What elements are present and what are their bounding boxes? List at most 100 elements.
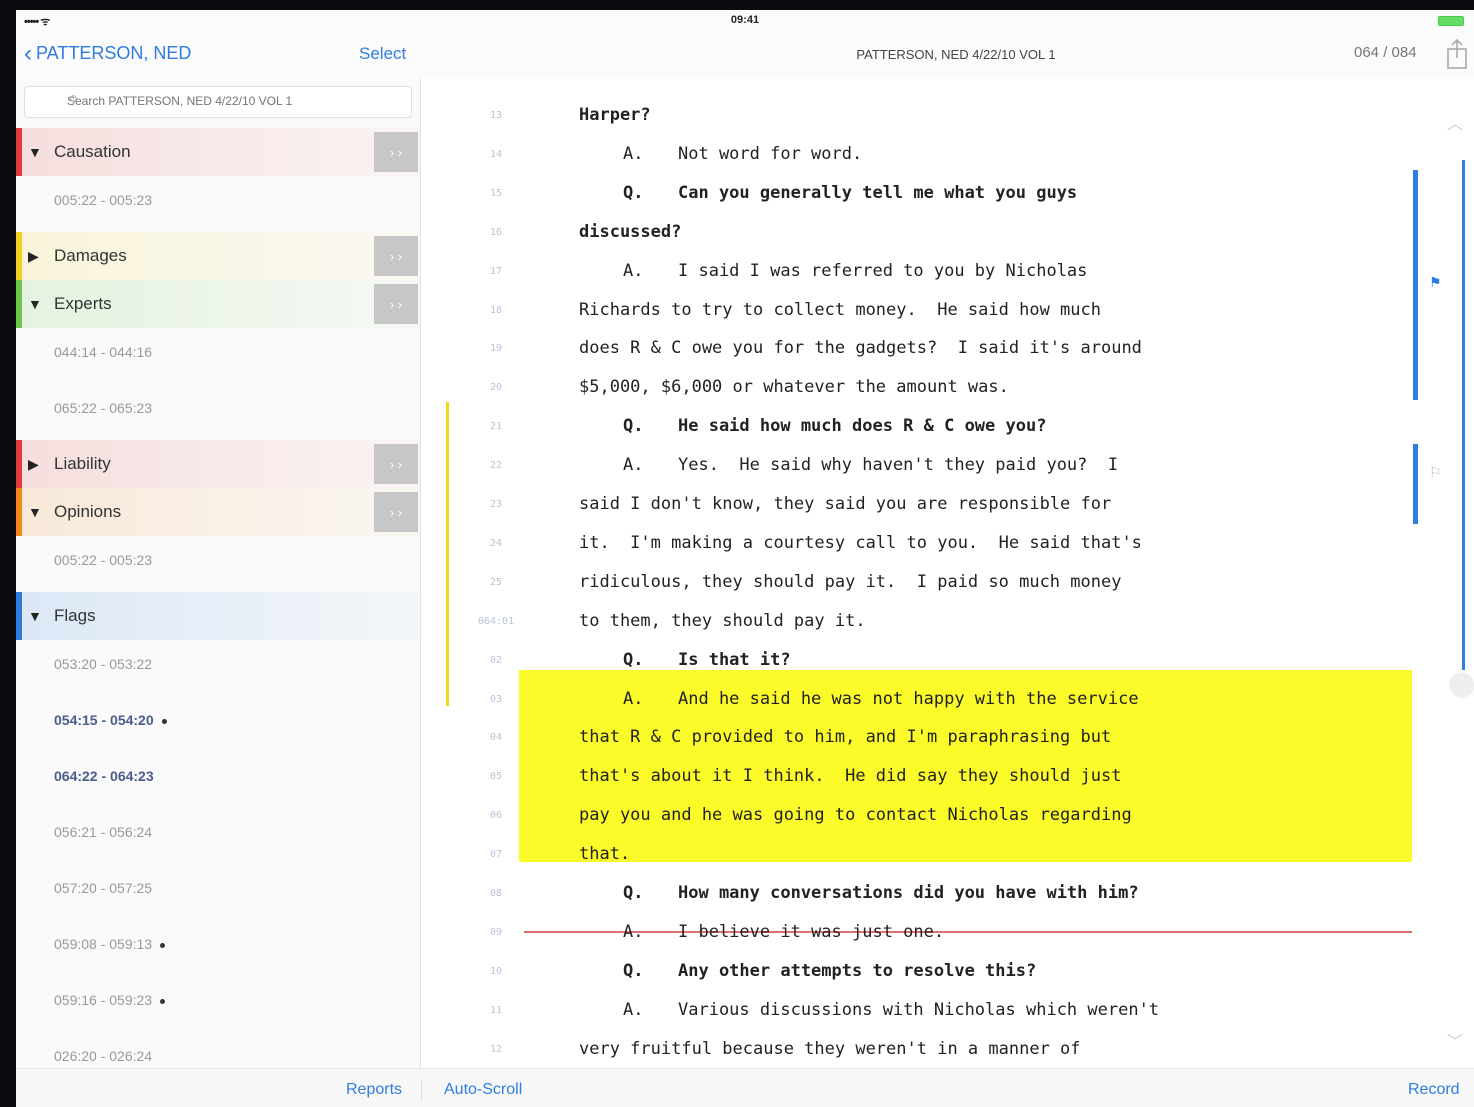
speaker-prefix: A. [623,688,644,709]
transcript-line[interactable]: 09 A. I believe it was just one. [421,915,1421,953]
transcript-line[interactable]: 04 that R & C provided to him, and I'm pa… [421,720,1421,758]
transcript-line[interactable]: 17 A. I said I was referred to you by Nich… [421,254,1421,292]
tag-row-damages[interactable]: ▶ Damages › › [16,232,420,280]
transcript-line[interactable]: 24 it. I'm making a courtesy call to you.… [421,526,1421,564]
tag-range-item[interactable]: 026:20 - 026:24 [54,1048,152,1064]
line-text: Any other attempts to resolve this? [678,960,1037,981]
tag-report-button[interactable]: › › [374,492,418,532]
line-number: 18 [489,304,503,316]
search-input[interactable] [65,87,399,115]
back-button[interactable]: ‹ PATTERSON, NED [24,39,192,67]
tag-report-button[interactable]: › › [374,236,418,276]
tag-range-item[interactable]: 005:22 - 005:23 [54,552,152,568]
page-indicator: 064 / 084 [1354,44,1417,61]
tag-row-causation[interactable]: ▼ Causation › › [16,128,420,176]
transcript-line[interactable]: 064:01 to them, they should pay it. [421,604,1421,642]
transcript-line[interactable]: 10 Q. Any other attempts to resolve this? [421,954,1421,992]
tag-report-button[interactable]: › › [374,284,418,324]
triangle-down-icon[interactable]: ▼ [28,608,42,624]
triangle-down-icon[interactable]: ▼ [28,504,42,520]
auto-scroll-button[interactable]: Auto-Scroll [444,1081,522,1099]
transcript-line[interactable]: 22 A. Yes. He said why haven't they paid y… [421,448,1421,486]
tag-range-item[interactable]: 059:16 - 059:23 [54,992,166,1008]
line-text: Can you generally tell me what you guys [678,182,1078,203]
line-text: pay you and he was going to contact Nich… [579,805,1132,826]
scroll-handle[interactable] [1451,674,1473,696]
tag-range-item[interactable]: 065:22 - 065:23 [54,400,152,416]
flag-outline-icon[interactable]: ⚐ [1429,464,1442,481]
tag-range-item[interactable]: 056:21 - 056:24 [54,824,152,840]
tag-range-text: 053:20 - 053:22 [54,656,153,672]
annotation-dot-icon [161,718,167,724]
tag-range-item[interactable]: 044:14 - 044:16 [54,344,152,360]
transcript-line[interactable]: 11 A. Various discussions with Nicholas wh… [421,993,1421,1031]
triangle-right-icon[interactable]: ▶ [28,248,39,265]
share-icon[interactable] [1444,38,1470,70]
line-number: 07 [489,849,503,861]
record-button[interactable]: Record [1408,1081,1460,1099]
tag-row-liability[interactable]: ▶ Liability › › [16,440,420,488]
line-text: Various discussions with Nicholas which … [678,999,1160,1020]
line-text: discussed? [579,221,682,242]
triangle-right-icon[interactable]: ▶ [28,456,39,473]
flag-icon[interactable]: ⚑ [1429,274,1442,291]
line-number: 08 [489,888,503,899]
transcript-line[interactable]: 25 ridiculous, they should pay it. I paid… [421,565,1421,603]
tag-range-item[interactable]: 005:22 - 005:23 [54,192,152,208]
tag-color-stripe [16,488,22,536]
tag-report-button[interactable]: › › [374,132,418,172]
line-text: to them, they should pay it. [579,610,866,631]
tag-range-text: 026:20 - 026:24 [54,1048,153,1064]
toolbar-divider [421,1079,422,1101]
transcript-line[interactable]: 16 discussed? [421,215,1421,253]
tag-row-experts[interactable]: ▼ Experts › › [16,280,420,328]
transcript-line[interactable]: 02 Q. Is that it? [421,643,1421,681]
transcript-line[interactable]: 19 does R & C owe you for the gadgets? I … [421,331,1421,369]
speaker-prefix: A. [623,455,644,476]
reports-button[interactable]: Reports [346,1081,402,1099]
battery-icon [1438,16,1464,26]
transcript-line[interactable]: 23 said I don't know, they said you are r… [421,487,1421,525]
transcript-line[interactable]: 08 Q. How many conversations did you have … [421,876,1421,914]
chevron-down-icon[interactable]: ﹀ [1447,1028,1463,1052]
tag-row-opinions[interactable]: ▼ Opinions › › [16,488,420,536]
scroll-track[interactable] [1462,160,1465,670]
tag-report-button[interactable]: › › [374,444,418,484]
transcript-line[interactable]: 21 Q. He said how much does R & C owe you? [421,409,1421,447]
line-text: $5,000, $6,000 or whatever the amount wa… [579,377,1009,398]
tag-range-text: 065:22 - 065:23 [54,400,153,416]
tag-sidebar: ⚲ ▼ Causation › › 005:22 - 005:23 ▶ Damages › … [16,78,421,1068]
line-text: it. I'm making a courtesy call to you. H… [579,532,1142,553]
transcript-line[interactable]: 06 pay you and he was going to contact Ni… [421,798,1421,836]
transcript-line[interactable]: 15 Q. Can you generally tell me what you g… [421,176,1421,214]
line-text: Not word for word. [678,143,863,164]
tag-range-item[interactable]: 054:15 - 054:20 [54,712,167,728]
tag-range-text: 064:22 - 064:23 [54,768,154,784]
transcript-line[interactable]: 12 very fruitful because they weren't in … [421,1032,1421,1068]
tag-label: Experts [54,294,112,313]
triangle-down-icon[interactable]: ▼ [28,296,42,312]
search-bar[interactable]: ⚲ [24,86,412,118]
tag-range-item[interactable]: 053:20 - 053:22 [54,656,152,672]
transcript-view[interactable]: 13 Harper? 14 A. Not word for word. 15 Q. Can y… [421,78,1474,1068]
transcript-line[interactable]: 07 that. [421,837,1421,875]
transcript-line[interactable]: 13 Harper? [421,98,1421,136]
transcript-line[interactable]: 03 A. And he said he was not happy with th… [421,682,1421,720]
transcript-line[interactable]: 18 Richards to try to collect money. He s… [421,293,1421,331]
annotation-dot-icon [160,942,166,948]
back-button-label: PATTERSON, NED [36,43,192,63]
line-number: 13 [489,110,503,121]
chevron-left-icon: ‹ [24,39,32,67]
tag-row-flags[interactable]: ▼ Flags [16,592,420,640]
chevron-up-icon[interactable]: ︿ [1447,110,1463,134]
tag-range-item[interactable]: 057:20 - 057:25 [54,880,152,896]
line-text: Harper? [579,105,651,125]
tag-range-item[interactable]: 064:22 - 064:23 [54,768,154,784]
tag-range-item[interactable]: 059:08 - 059:13 [54,936,166,952]
select-button[interactable]: Select [359,44,406,64]
transcript-line[interactable]: 14 A. Not word for word. [421,137,1421,175]
line-number: 02 [489,654,503,666]
triangle-down-icon[interactable]: ▼ [28,144,42,160]
transcript-line[interactable]: 20 $5,000, $6,000 or whatever the amount … [421,370,1421,408]
transcript-line[interactable]: 05 that's about it I think. He did say th… [421,759,1421,797]
